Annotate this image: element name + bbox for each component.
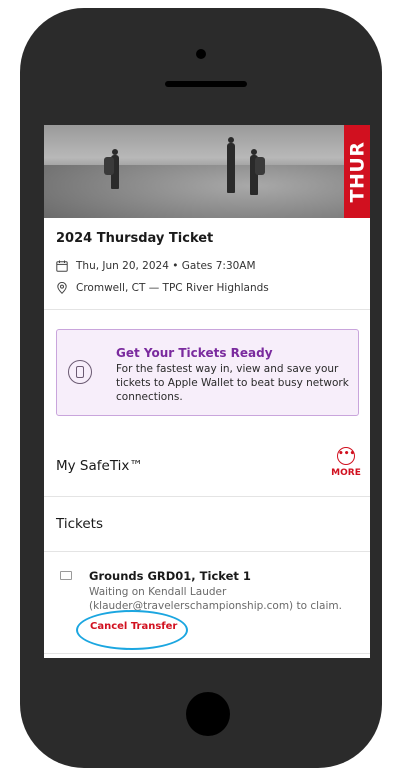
more-button[interactable]: ••• MORE <box>329 447 363 483</box>
calendar-icon <box>56 260 68 272</box>
day-badge: THUR <box>344 125 370 218</box>
divider <box>44 551 370 552</box>
wallet-promo-card[interactable]: Get Your Tickets Ready For the fastest w… <box>56 329 359 416</box>
event-date-text: Thu, Jun 20, 2024 • Gates 7:30AM <box>76 260 256 272</box>
golf-bag <box>255 157 265 175</box>
event-title: 2024 Thursday Ticket <box>56 231 214 246</box>
location-pin-icon <box>57 282 67 294</box>
safetix-title: My SafeTix™ <box>56 458 143 474</box>
hero-fairway <box>44 165 370 218</box>
wallet-promo-title: Get Your Tickets Ready <box>116 346 273 360</box>
divider <box>44 496 370 497</box>
annotation-highlight-ellipse <box>76 610 188 650</box>
earpiece-speaker <box>165 81 247 87</box>
divider <box>44 309 370 310</box>
more-dots-icon: ••• <box>337 447 355 465</box>
wallet-promo-body: For the fastest way in, view and save yo… <box>116 363 349 403</box>
ticket-icon <box>60 571 72 580</box>
phone-wallet-icon <box>68 360 92 384</box>
front-camera <box>196 49 206 59</box>
divider <box>44 653 370 654</box>
app-screen: THUR 2024 Thursday Ticket Thu, Jun 20, 2… <box>44 125 370 658</box>
hero-photo: THUR <box>44 125 370 218</box>
event-location-row: Cromwell, CT — TPC River Highlands <box>56 282 269 294</box>
day-badge-text: THUR <box>346 141 369 202</box>
ticket-transfer-status: Waiting on Kendall Lauder (klauder@trave… <box>89 586 342 612</box>
ticket-title: Grounds GRD01, Ticket 1 <box>89 569 251 583</box>
tickets-section-title: Tickets <box>56 516 103 532</box>
golf-bag <box>104 157 114 175</box>
event-date-row: Thu, Jun 20, 2024 • Gates 7:30AM <box>56 260 256 272</box>
phone-glyph-icon <box>76 366 84 378</box>
home-button[interactable] <box>186 692 230 736</box>
event-location-text: Cromwell, CT — TPC River Highlands <box>76 282 269 294</box>
golfer-figure <box>227 143 235 193</box>
more-button-label: MORE <box>331 468 361 478</box>
